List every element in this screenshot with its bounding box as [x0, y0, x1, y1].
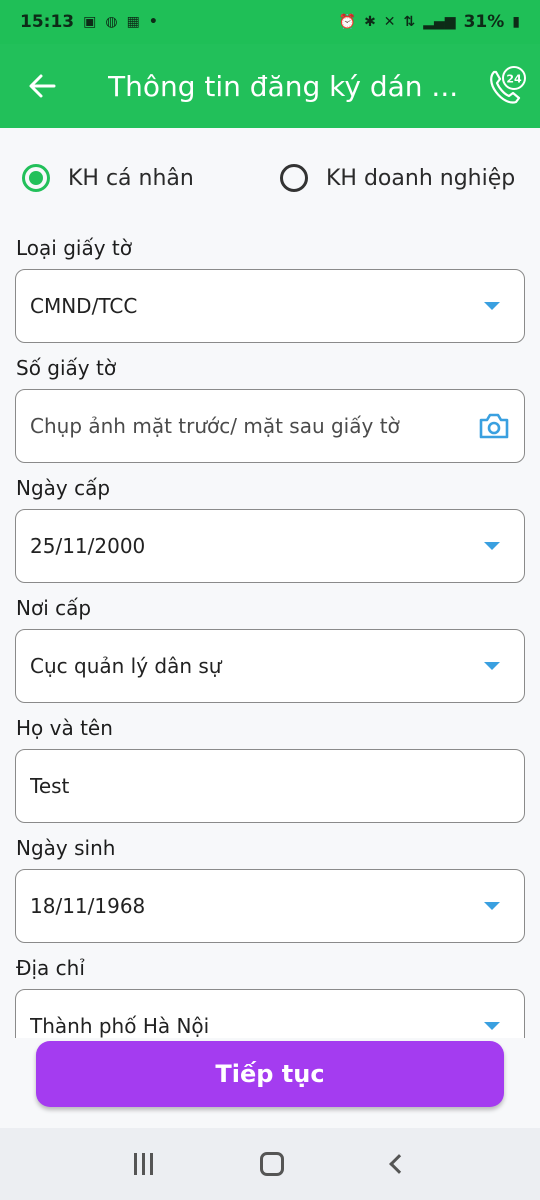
issue-place-label: Nơi cấp: [16, 596, 92, 620]
address-dropdown[interactable]: Thành phố Hà Nội: [15, 989, 525, 1038]
radio-personal-label: KH cá nhân: [68, 165, 194, 191]
signal-icon: ▂▄▆: [423, 14, 456, 30]
radio-business[interactable]: KH doanh nghiệp: [280, 164, 515, 192]
arrow-left-icon: [29, 74, 56, 98]
camera-icon[interactable]: [478, 412, 510, 440]
momo-icon: ▦: [126, 14, 140, 30]
system-back-icon[interactable]: [389, 1154, 410, 1174]
document-type-value: CMND/TCC: [30, 294, 138, 318]
radio-unselected-icon: [280, 164, 308, 192]
4g-icon: ⇅: [403, 14, 416, 30]
clock: 15:13: [20, 12, 75, 32]
issue-date-label: Ngày cấp: [16, 476, 111, 500]
app-bar: Thông tin đăng ký dán ... 24: [0, 44, 540, 128]
issue-date-dropdown[interactable]: 25/11/2000: [15, 509, 525, 583]
birth-date-dropdown[interactable]: 18/11/1968: [15, 869, 525, 943]
document-number-label: Số giấy tờ: [16, 356, 117, 380]
radio-selected-icon: [22, 164, 50, 192]
radio-business-label: KH doanh nghiệp: [326, 165, 516, 191]
alarm-icon: ⏰: [338, 14, 357, 30]
page-title: Thông tin đăng ký dán ...: [108, 69, 459, 103]
issue-place-value: Cục quản lý dân sự: [30, 654, 222, 678]
dot-icon: •: [148, 14, 158, 30]
bag-icon: ▣: [83, 14, 97, 30]
bluetooth-icon: ✱: [364, 14, 376, 30]
system-nav-bar: [0, 1128, 540, 1200]
birth-date-label: Ngày sinh: [16, 836, 116, 860]
customer-type-group: KH cá nhân KH doanh nghiệp: [22, 164, 526, 200]
form-content: KH cá nhân KH doanh nghiệp Loại giấy tờ …: [0, 128, 540, 1038]
radio-personal[interactable]: KH cá nhân: [22, 164, 194, 192]
full-name-input[interactable]: Test: [15, 749, 525, 823]
caret-down-icon: [484, 302, 500, 310]
continue-button[interactable]: Tiếp tục: [36, 1041, 504, 1107]
support-badge: 24: [506, 73, 522, 86]
document-number-placeholder: Chụp ảnh mặt trước/ mặt sau giấy tờ: [30, 414, 400, 438]
caret-down-icon: [484, 542, 500, 550]
address-label: Địa chỉ: [16, 956, 85, 980]
document-type-label: Loại giấy tờ: [16, 236, 132, 260]
issue-place-dropdown[interactable]: Cục quản lý dân sự: [15, 629, 525, 703]
status-bar: 15:13 ▣ ◍ ▦ • ⏰ ✱ ✕ ⇅ ▂▄▆ 31% ▮: [0, 0, 540, 44]
battery-level: 31%: [463, 12, 505, 32]
birth-date-value: 18/11/1968: [30, 894, 146, 918]
caret-down-icon: [484, 662, 500, 670]
caret-down-icon: [484, 902, 500, 910]
back-button[interactable]: [0, 44, 84, 128]
caret-down-icon: [484, 1022, 500, 1030]
full-name-label: Họ và tên: [16, 716, 113, 740]
recent-apps-icon[interactable]: [133, 1153, 153, 1175]
document-number-field[interactable]: Chụp ảnh mặt trước/ mặt sau giấy tờ: [15, 389, 525, 463]
support-24-button[interactable]: 24: [484, 64, 528, 108]
phone-24-icon: 24: [490, 66, 526, 104]
chat-icon: ◍: [105, 14, 118, 30]
document-type-dropdown[interactable]: CMND/TCC: [15, 269, 525, 343]
home-icon[interactable]: [260, 1152, 285, 1176]
battery-icon: ▮: [512, 14, 520, 30]
address-value: Thành phố Hà Nội: [30, 1014, 210, 1038]
issue-date-value: 25/11/2000: [30, 534, 146, 558]
full-name-value: Test: [30, 774, 70, 798]
mute-icon: ✕: [383, 14, 396, 30]
